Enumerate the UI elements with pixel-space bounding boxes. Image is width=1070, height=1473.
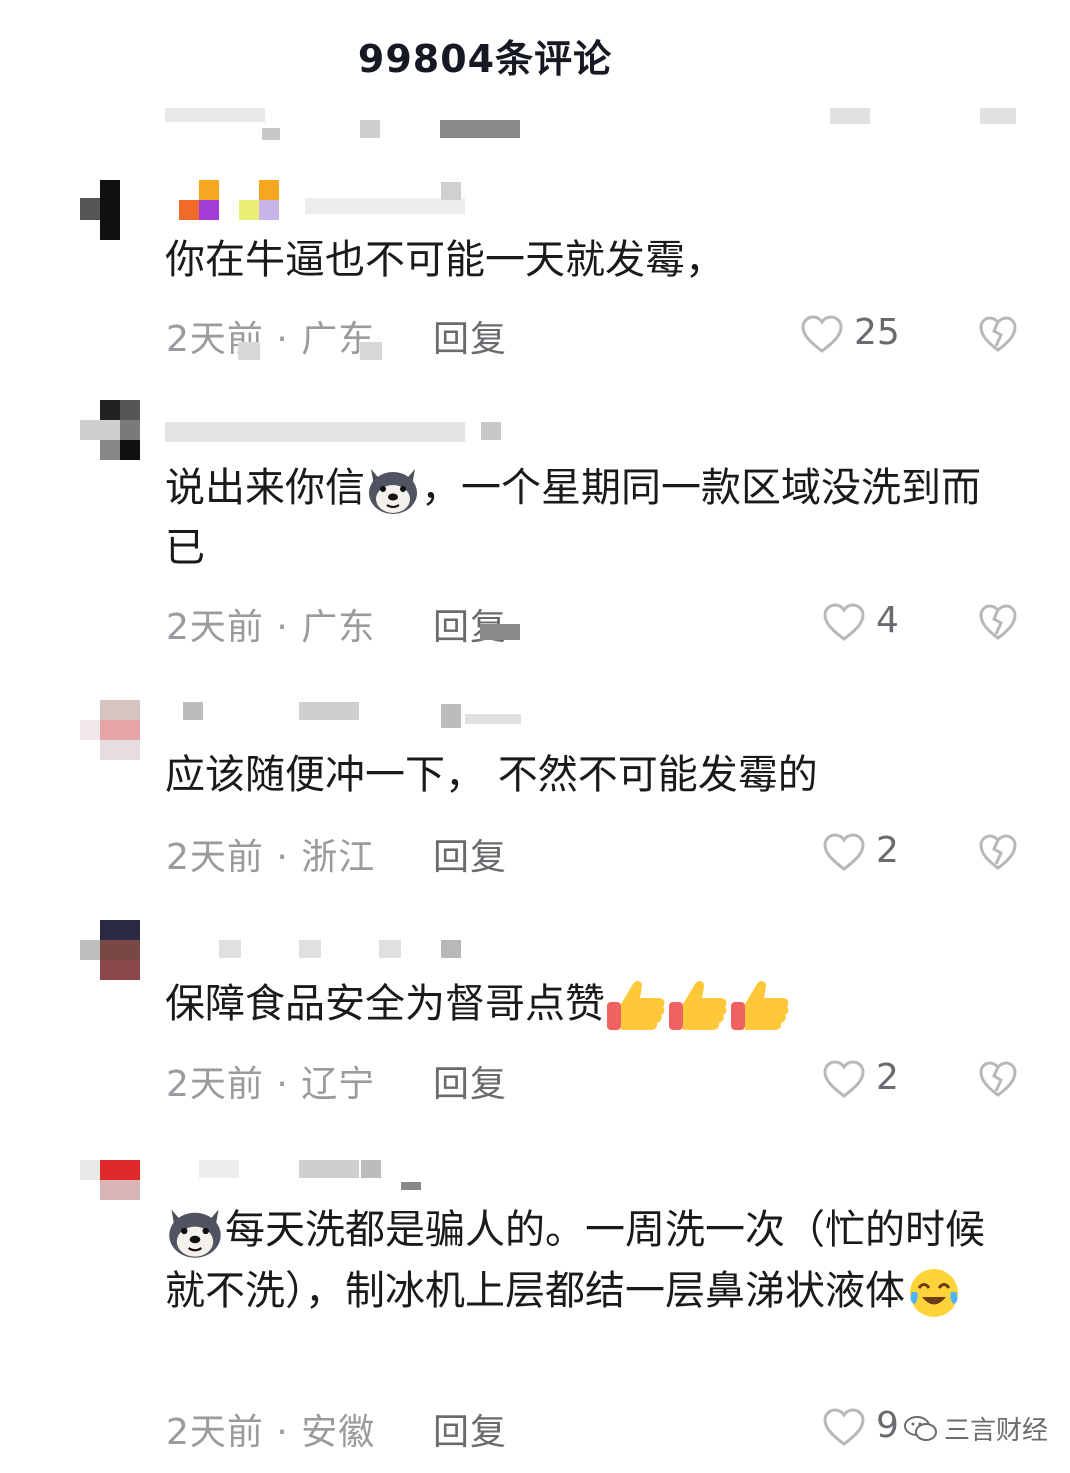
comments-count-title: 99804条评论 bbox=[357, 37, 613, 81]
heart-outline-icon[interactable] bbox=[822, 1407, 866, 1447]
like-count: 2 bbox=[876, 1057, 899, 1098]
watermark: 三言财经 bbox=[900, 1408, 1053, 1449]
broken-heart-icon[interactable] bbox=[978, 602, 1018, 642]
user-avatar[interactable] bbox=[80, 700, 140, 760]
comment-text: 你在牛逼也不可能一天就发霉， bbox=[165, 237, 725, 283]
username-pixelated[interactable] bbox=[165, 418, 505, 458]
like-count: 4 bbox=[876, 600, 899, 641]
comment-text: 保障食品安全为督哥点赞 bbox=[165, 974, 1015, 1034]
comment-text: 每天洗都是骗人的。一周洗一次（忙的时候就不洗），制冰机上层都结一层鼻涕状液体 bbox=[165, 1200, 1015, 1321]
reply-button[interactable]: 回复 bbox=[433, 1403, 507, 1455]
user-avatar[interactable] bbox=[80, 920, 140, 980]
thumbs-up-emoji-icon bbox=[731, 981, 789, 1030]
comment-time-location: 2天前 · 安徽 bbox=[166, 1412, 376, 1453]
like-count: 9 bbox=[876, 1405, 899, 1446]
comment-text-part: 保障食品安全为督哥点赞 bbox=[165, 981, 605, 1027]
username-pixelated[interactable] bbox=[165, 180, 485, 220]
comment-time-location: 2天前 · 广东 bbox=[166, 319, 376, 360]
comment-text-part: 每天洗都是骗人的。一周洗一次（忙的时候就不洗），制冰机上层都结一层鼻涕状液体 bbox=[165, 1207, 985, 1314]
comment-text: 说出来你信 ，一个星期同一款区域没洗到而已 bbox=[165, 458, 1015, 578]
broken-heart-icon[interactable] bbox=[978, 314, 1018, 354]
broken-heart-icon[interactable] bbox=[978, 1059, 1018, 1099]
user-avatar[interactable] bbox=[80, 180, 140, 240]
comment-time-location: 2天前 · 广东 bbox=[166, 607, 376, 648]
watermark-label: 三言财经 bbox=[944, 1416, 1049, 1446]
heart-outline-icon[interactable] bbox=[800, 314, 844, 354]
reply-button[interactable]: 回复 bbox=[433, 1055, 507, 1107]
heart-outline-icon[interactable] bbox=[822, 1059, 866, 1099]
tears-of-joy-emoji-icon bbox=[910, 1269, 958, 1317]
comment-time-location: 2天前 · 浙江 bbox=[166, 837, 376, 878]
reply-button[interactable]: 回复 bbox=[433, 310, 507, 362]
thumbs-up-emoji-icon bbox=[607, 981, 665, 1030]
like-count: 2 bbox=[876, 830, 899, 871]
heart-outline-icon[interactable] bbox=[822, 602, 866, 642]
username-pixelated[interactable] bbox=[165, 1160, 425, 1200]
husky-dog-emoji-icon bbox=[369, 469, 417, 514]
comment-time-location: 2天前 · 辽宁 bbox=[166, 1064, 376, 1105]
broken-heart-icon[interactable] bbox=[978, 832, 1018, 872]
comment-text: 应该随便冲一下， 不然不可能发霉的 bbox=[165, 752, 818, 798]
user-avatar[interactable] bbox=[80, 1140, 140, 1200]
comment-text-part: 说出来你信 bbox=[165, 465, 365, 511]
reply-button[interactable]: 回复 bbox=[433, 828, 507, 880]
user-avatar[interactable] bbox=[80, 400, 140, 460]
like-count: 25 bbox=[854, 312, 900, 353]
thumbs-up-emoji-icon bbox=[669, 981, 727, 1030]
wechat-logo-icon bbox=[904, 1415, 937, 1441]
username-pixelated[interactable] bbox=[165, 700, 525, 740]
husky-dog-emoji-icon bbox=[169, 1209, 221, 1258]
heart-outline-icon[interactable] bbox=[822, 832, 866, 872]
